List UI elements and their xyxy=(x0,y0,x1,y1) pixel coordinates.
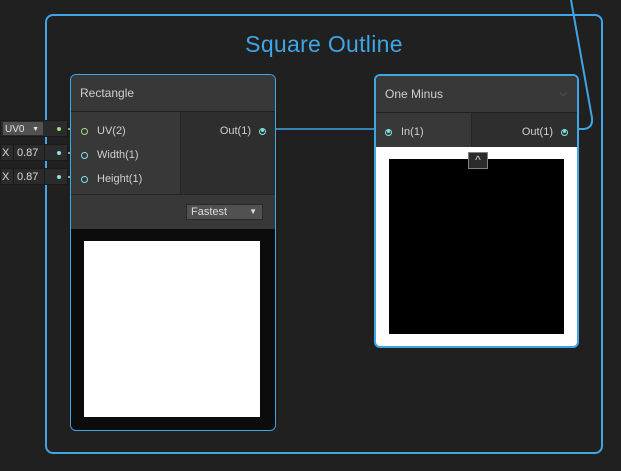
height-port-dot xyxy=(57,175,61,179)
uv-inline-field: UV0 ▼ xyxy=(0,120,68,137)
width-inline-field: X 0.87 xyxy=(0,144,68,161)
in-port-icon[interactable] xyxy=(385,128,392,136)
chevron-up-icon: ^ xyxy=(475,153,481,167)
group-title[interactable]: Square Outline xyxy=(47,31,601,58)
one-minus-preview-area xyxy=(376,147,577,346)
uv-port-dot xyxy=(57,127,61,131)
port-height-label: Height(1) xyxy=(97,173,143,185)
port-out-label: Out(1) xyxy=(219,125,251,137)
height-value-input[interactable]: 0.87 xyxy=(13,168,45,185)
one-minus-node-header[interactable]: One Minus ⌵ xyxy=(376,76,577,113)
port-out-label: Out(1) xyxy=(521,126,553,138)
height-axis-label: X xyxy=(2,171,10,183)
one-minus-node-title: One Minus xyxy=(385,87,444,101)
collapse-preview-button[interactable]: ^ xyxy=(468,152,488,169)
chevron-down-icon: ▼ xyxy=(249,207,257,216)
one-minus-node[interactable]: One Minus ⌵ In(1) Out(1) ^ xyxy=(374,74,579,348)
port-in-label: In(1) xyxy=(401,126,424,138)
rectangle-node-header[interactable]: Rectangle xyxy=(71,75,275,112)
rectangle-preview xyxy=(84,241,260,417)
port-out-one-minus[interactable]: Out(1) xyxy=(522,122,568,142)
rectangle-node[interactable]: Rectangle UV(2) Width(1) Height(1) Out(1… xyxy=(70,74,276,431)
rectangle-node-title: Rectangle xyxy=(80,86,135,100)
mode-dropdown-value: Fastest xyxy=(191,206,228,218)
port-width-label: Width(1) xyxy=(97,149,139,161)
port-height[interactable]: Height(1) xyxy=(81,169,142,189)
uv-channel-value: UV0 xyxy=(5,124,25,135)
mode-dropdown[interactable]: Fastest ▼ xyxy=(186,204,263,220)
port-width[interactable]: Width(1) xyxy=(81,145,139,165)
rectangle-preview-area xyxy=(71,229,275,430)
width-port-dot xyxy=(57,151,61,155)
chevron-down-icon[interactable]: ⌵ xyxy=(559,76,567,112)
one-minus-ports: In(1) Out(1) xyxy=(376,113,577,147)
rectangle-ports: UV(2) Width(1) Height(1) Out(1) xyxy=(71,112,275,194)
height-port-icon[interactable] xyxy=(81,175,88,183)
shader-graph-canvas[interactable]: Square Outline UV0 ▼ X 0.87 X 0.87 Recta… xyxy=(0,0,621,471)
uv-channel-select[interactable]: UV0 ▼ xyxy=(2,121,44,136)
uv-port-icon[interactable] xyxy=(81,127,88,135)
one-minus-preview xyxy=(389,159,564,334)
port-out[interactable]: Out(1) xyxy=(220,121,266,141)
out-port-icon[interactable] xyxy=(561,128,568,136)
port-in[interactable]: In(1) xyxy=(385,122,424,142)
width-axis-label: X xyxy=(2,147,10,159)
width-port-icon[interactable] xyxy=(81,151,88,159)
rectangle-controls: Fastest ▼ xyxy=(71,194,275,230)
chevron-down-icon: ▼ xyxy=(32,126,39,133)
port-uv-label: UV(2) xyxy=(97,125,126,137)
width-value-input[interactable]: 0.87 xyxy=(13,144,45,161)
height-inline-field: X 0.87 xyxy=(0,168,68,185)
port-uv[interactable]: UV(2) xyxy=(81,121,126,141)
out-port-icon[interactable] xyxy=(259,127,266,135)
